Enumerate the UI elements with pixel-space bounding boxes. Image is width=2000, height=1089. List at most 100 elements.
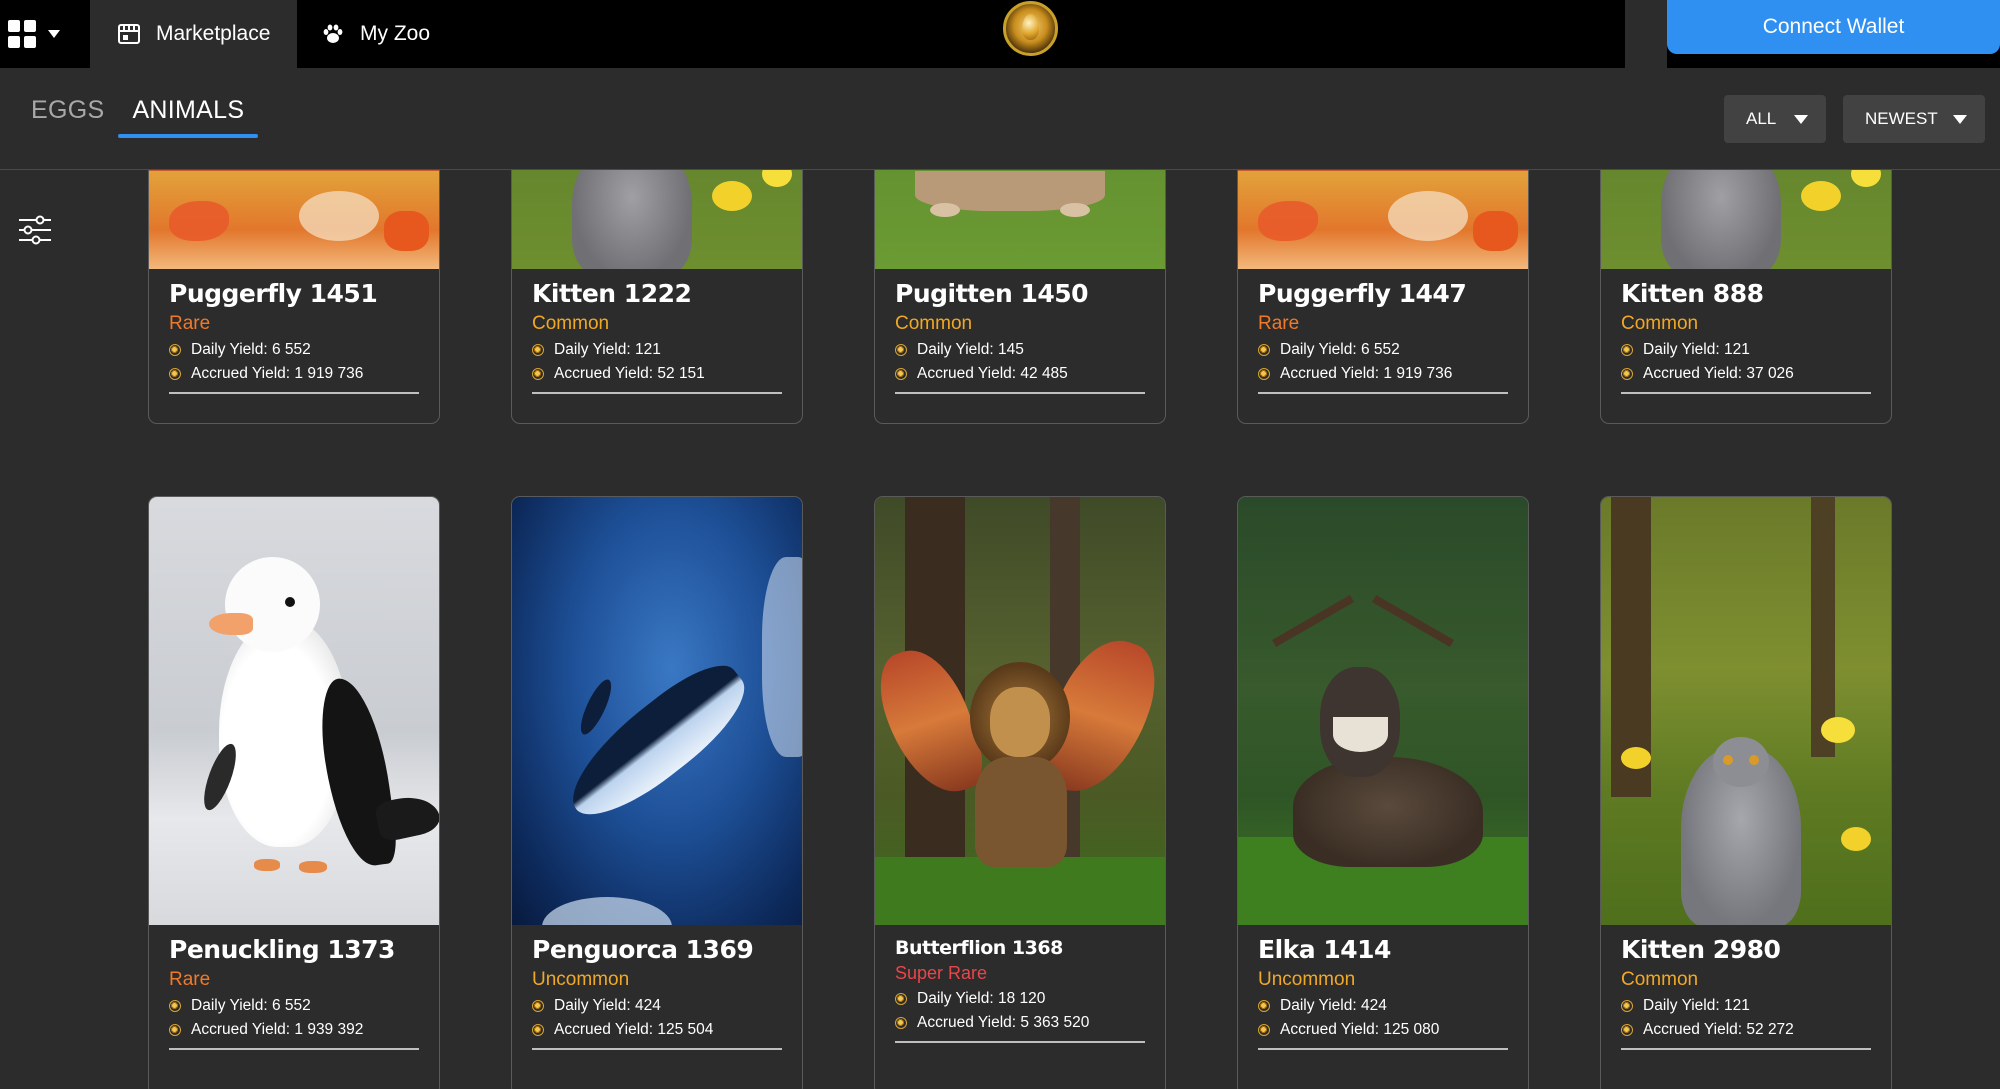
- animal-card[interactable]: Puggerfly 1447 Rare Daily Yield: 6 552 A…: [1237, 170, 1529, 424]
- animal-name: Pugitten 1450: [895, 279, 1089, 308]
- animal-name: Puggerfly 1451: [169, 279, 378, 308]
- filter-value: ALL: [1746, 109, 1777, 128]
- animal-image: [149, 170, 439, 269]
- accrued-yield-text: Accrued Yield: 42 485: [917, 365, 1068, 382]
- coin-icon: [1258, 368, 1270, 380]
- card-divider: [169, 392, 419, 394]
- animal-name: Butterflion 1368: [895, 937, 1063, 959]
- daily-yield-text: Daily Yield: 145: [917, 341, 1024, 358]
- coin-icon: [1621, 344, 1633, 356]
- daily-yield: Daily Yield: 145: [895, 341, 1145, 359]
- nav-tab-my-zoo[interactable]: My Zoo: [322, 0, 430, 68]
- animal-name: Penuckling 1373: [169, 935, 395, 964]
- daily-yield-text: Daily Yield: 424: [1280, 997, 1387, 1014]
- accrued-yield-text: Accrued Yield: 125 080: [1280, 1021, 1440, 1038]
- grid-icon: [8, 20, 36, 48]
- paw-icon: [322, 24, 344, 44]
- card-divider: [532, 392, 782, 394]
- coin-icon: [1258, 1000, 1270, 1012]
- accrued-yield: Accrued Yield: 37 026: [1621, 365, 1871, 383]
- card-divider: [1621, 1048, 1871, 1050]
- animal-card[interactable]: Elka 1414 Uncommon Daily Yield: 424 Accr…: [1237, 496, 1529, 1089]
- accrued-yield: Accrued Yield: 52 151: [532, 365, 782, 383]
- accrued-yield: Accrued Yield: 5 363 520: [895, 1014, 1145, 1032]
- accrued-yield: Accrued Yield: 1 919 736: [1258, 365, 1508, 383]
- app-switcher[interactable]: [0, 0, 90, 68]
- animal-image: [875, 170, 1165, 269]
- animal-card[interactable]: Kitten 1222 Common Daily Yield: 121 Accr…: [511, 170, 803, 424]
- nav-tab-label: Marketplace: [156, 22, 271, 45]
- coin-icon: [532, 1000, 544, 1012]
- card-divider: [1621, 392, 1871, 394]
- rarity-label: Rare: [1258, 313, 1300, 334]
- card-info: Pugitten 1450 Common Daily Yield: 145 Ac…: [875, 269, 1165, 394]
- animal-image: [1238, 170, 1528, 269]
- tab-animals[interactable]: ANIMALS: [118, 96, 259, 138]
- top-navbar: Marketplace My Zoo Connect Wallet: [0, 0, 2000, 68]
- filter-dropdown[interactable]: ALL: [1724, 95, 1826, 143]
- animal-card[interactable]: Puggerfly 1451 Rare Daily Yield: 6 552 A…: [148, 170, 440, 424]
- animal-name: Puggerfly 1447: [1258, 279, 1467, 308]
- tab-eggs[interactable]: EGGS: [31, 96, 104, 138]
- coin-icon: [1621, 1024, 1633, 1036]
- golden-egg-logo[interactable]: [1003, 1, 1058, 56]
- animal-grid: Puggerfly 1451 Rare Daily Yield: 6 552 A…: [0, 170, 2000, 1089]
- animal-image: [875, 497, 1165, 925]
- card-divider: [169, 1048, 419, 1050]
- animal-card[interactable]: Pugitten 1450 Common Daily Yield: 145 Ac…: [874, 170, 1166, 424]
- category-tabs: EGGS ANIMALS: [31, 96, 272, 138]
- daily-yield-text: Daily Yield: 18 120: [917, 990, 1046, 1007]
- card-divider: [895, 392, 1145, 394]
- animal-card[interactable]: Penuckling 1373 Rare Daily Yield: 6 552 …: [148, 496, 440, 1089]
- accrued-yield-text: Accrued Yield: 1 939 392: [191, 1021, 364, 1038]
- nav-spacer: [1625, 0, 1667, 68]
- daily-yield-text: Daily Yield: 424: [554, 997, 661, 1014]
- accrued-yield-text: Accrued Yield: 52 272: [1643, 1021, 1794, 1038]
- daily-yield: Daily Yield: 6 552: [169, 997, 419, 1015]
- coin-icon: [169, 1000, 181, 1012]
- connect-wallet-button[interactable]: Connect Wallet: [1667, 0, 2000, 54]
- coin-icon: [895, 344, 907, 356]
- caret-down-icon: [1953, 115, 1967, 124]
- animal-card[interactable]: Kitten 2980 Common Daily Yield: 121 Accr…: [1600, 496, 1892, 1089]
- rarity-label: Super Rare: [895, 963, 988, 983]
- rarity-label: Rare: [169, 313, 211, 334]
- coin-icon: [532, 368, 544, 380]
- sort-dropdown[interactable]: NEWEST: [1843, 95, 1985, 143]
- coin-icon: [1621, 1000, 1633, 1012]
- accrued-yield: Accrued Yield: 52 272: [1621, 1021, 1871, 1039]
- card-divider: [532, 1048, 782, 1050]
- coin-icon: [895, 368, 907, 380]
- daily-yield-text: Daily Yield: 121: [1643, 997, 1750, 1014]
- accrued-yield-text: Accrued Yield: 37 026: [1643, 365, 1794, 382]
- daily-yield-text: Daily Yield: 6 552: [191, 341, 311, 358]
- daily-yield-text: Daily Yield: 6 552: [1280, 341, 1400, 358]
- animal-card[interactable]: Kitten 888 Common Daily Yield: 121 Accru…: [1600, 170, 1892, 424]
- animal-image: [1238, 497, 1528, 925]
- animal-card[interactable]: Butterflion 1368 Super Rare Daily Yield:…: [874, 496, 1166, 1089]
- nav-tab-marketplace[interactable]: Marketplace: [90, 0, 297, 68]
- card-divider: [1258, 1048, 1508, 1050]
- caret-down-icon: [1794, 115, 1808, 124]
- sort-value: NEWEST: [1865, 109, 1938, 128]
- animal-name: Kitten 888: [1621, 279, 1764, 308]
- daily-yield: Daily Yield: 424: [1258, 997, 1508, 1015]
- rarity-label: Uncommon: [1258, 969, 1356, 990]
- animal-card[interactable]: Penguorca 1369 Uncommon Daily Yield: 424…: [511, 496, 803, 1089]
- coin-icon: [532, 344, 544, 356]
- accrued-yield-text: Accrued Yield: 125 504: [554, 1021, 714, 1038]
- accrued-yield: Accrued Yield: 42 485: [895, 365, 1145, 383]
- nav-tab-label: My Zoo: [360, 22, 431, 45]
- animal-image: [512, 497, 802, 925]
- daily-yield-text: Daily Yield: 121: [1643, 341, 1750, 358]
- animal-image: [149, 497, 439, 925]
- animal-name: Penguorca 1369: [532, 935, 754, 964]
- card-info: Penguorca 1369 Uncommon Daily Yield: 424…: [512, 925, 802, 1050]
- card-divider: [1258, 392, 1508, 394]
- daily-yield: Daily Yield: 121: [1621, 341, 1871, 359]
- coin-icon: [1258, 344, 1270, 356]
- rarity-label: Common: [1621, 969, 1699, 990]
- daily-yield: Daily Yield: 6 552: [169, 341, 419, 359]
- animal-name: Kitten 2980: [1621, 935, 1781, 964]
- animal-image: [1601, 170, 1891, 269]
